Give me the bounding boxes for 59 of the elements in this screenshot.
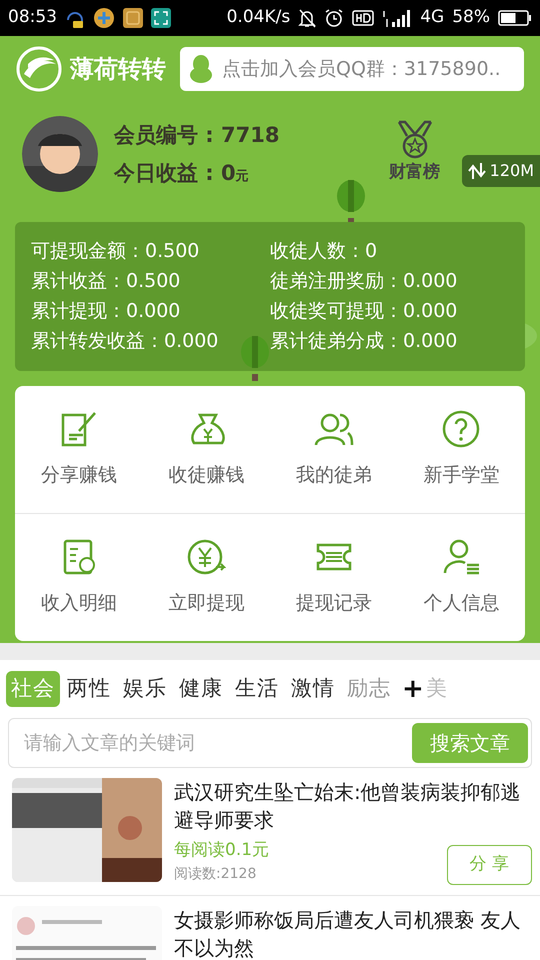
help-icon: [441, 409, 482, 450]
stat-text: 累计徒弟分成：0.000: [270, 329, 458, 354]
speed-float[interactable]: 120M: [462, 155, 540, 187]
menu-item[interactable]: 立即提现: [142, 513, 270, 640]
read-count: 阅读数:2128: [174, 864, 258, 884]
stat-text: 累计提现：0.000: [31, 299, 182, 324]
menu-item[interactable]: 我的徒弟: [270, 386, 398, 513]
menu-item[interactable]: 个人信息: [398, 513, 525, 640]
app-icon: [123, 8, 143, 28]
category-tab[interactable]: 健康: [174, 671, 228, 707]
qq-group-text: 点击加入会员QQ群：3175890..: [222, 56, 501, 82]
speed-text: 120M: [490, 160, 534, 182]
menu-label: 收入明细: [40, 590, 117, 616]
alarm-icon: [324, 8, 344, 28]
category-tab[interactable]: 激情: [286, 671, 340, 707]
ranking-label[interactable]: 财富榜: [389, 160, 440, 186]
balloon-icon: [240, 336, 270, 382]
mute-icon: [298, 8, 316, 28]
logo-text: 薄荷转转: [70, 54, 166, 85]
member-number: 会员编号 : 7718: [114, 122, 280, 149]
menu-item[interactable]: 收徒赚钱: [142, 386, 270, 513]
network-type: 4G: [420, 6, 444, 30]
menu-item[interactable]: 提现记录: [270, 513, 398, 640]
menu-label: 分享赚钱: [40, 463, 117, 488]
battery-icon: [498, 9, 532, 27]
article-title[interactable]: 女摄影师称饭局后遭友人司机猥亵 友人不以为然: [174, 906, 532, 960]
menu-item[interactable]: 分享赚钱: [15, 386, 142, 513]
menu-label: 立即提现: [168, 590, 244, 616]
hd-icon: [352, 9, 374, 27]
stat-text: 可提现金额：0.500: [31, 239, 200, 264]
category-tab[interactable]: 娱乐: [118, 671, 172, 707]
category-tab[interactable]: 两性: [62, 671, 116, 707]
reward-text: 每阅读0.1元: [174, 839, 270, 862]
menu-item[interactable]: 收入明细: [15, 513, 142, 640]
menu-item[interactable]: 新手学堂: [398, 386, 525, 513]
category-tab[interactable]: 生活: [230, 671, 284, 707]
menu-label: 我的徒弟: [296, 463, 372, 488]
today-earnings: 今日收益 : 0元: [114, 160, 250, 187]
penguin-icon: [188, 54, 214, 84]
stat-text: 收徒奖可提现：0.000: [270, 299, 458, 324]
menu-label: 收徒赚钱: [168, 463, 244, 488]
article-title[interactable]: 武汉研究生坠亡始末:他曾装病装抑郁逃避导师要求: [174, 778, 532, 834]
logo-icon: [16, 46, 62, 92]
signal-icon: [382, 8, 412, 28]
stat-text: 累计转发收益：0.000: [31, 329, 220, 354]
add-tab-button[interactable]: +: [398, 670, 424, 708]
stat-text: 徒弟注册奖励：0.000: [270, 269, 458, 294]
menu-label: 个人信息: [423, 590, 500, 616]
scan-icon: [151, 8, 171, 28]
network-speed: 0.04K/s: [226, 6, 290, 30]
swap-arrows-icon: [468, 161, 486, 181]
menu-label: 新手学堂: [423, 463, 500, 488]
menu-label: 提现记录: [296, 590, 372, 616]
qq-group-link[interactable]: 点击加入会员QQ群：3175890..: [180, 47, 524, 91]
stat-text: 收徒人数：0: [270, 239, 378, 264]
plus-circle-icon: [93, 7, 115, 29]
stat-text: 累计收益：0.500: [31, 269, 182, 294]
battery-percent: 58%: [452, 6, 490, 30]
status-time: 08:53: [8, 6, 57, 30]
